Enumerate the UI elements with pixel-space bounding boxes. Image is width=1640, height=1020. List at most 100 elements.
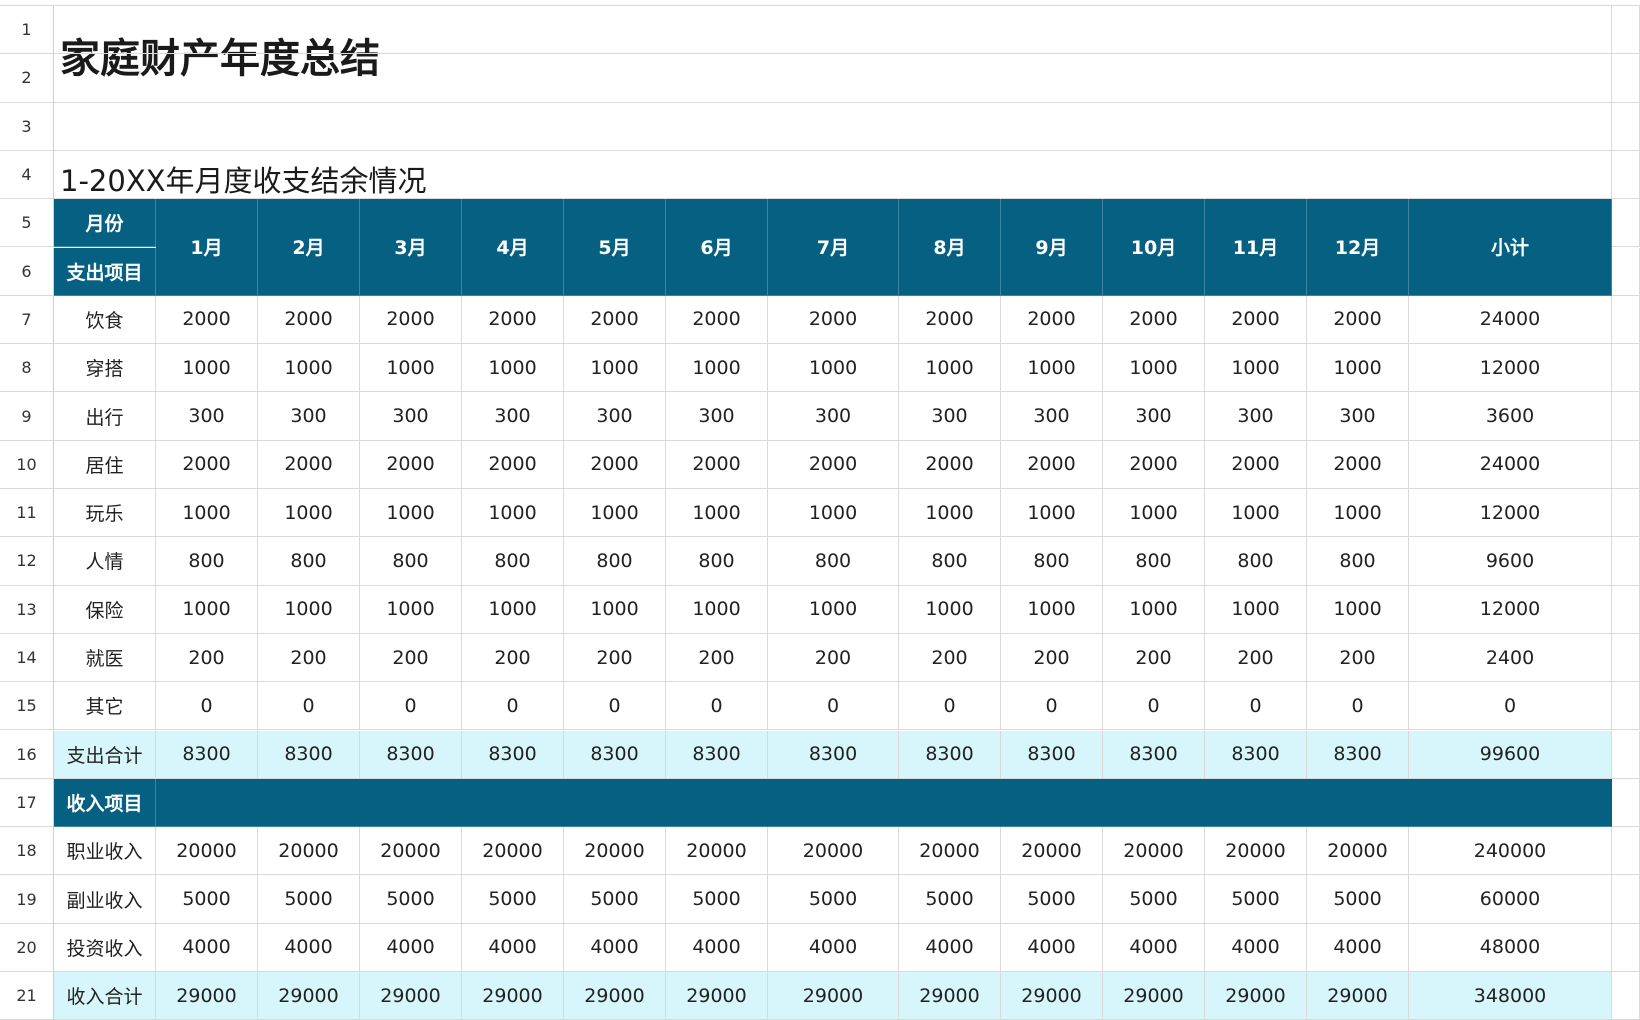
- table-cell[interactable]: 1000: [258, 489, 360, 538]
- table-cell[interactable]: 200: [1103, 633, 1205, 683]
- table-cell[interactable]: 300: [360, 392, 462, 441]
- table-cell[interactable]: 2000: [258, 295, 360, 345]
- row-number-4[interactable]: 4: [0, 150, 54, 200]
- row-label[interactable]: 饮食: [54, 295, 156, 345]
- table-cell[interactable]: 200: [1001, 633, 1103, 683]
- income-header-band[interactable]: [156, 778, 1612, 828]
- table-cell[interactable]: 2000: [1307, 440, 1409, 489]
- blank-row-3[interactable]: [54, 102, 1612, 151]
- header-month-label[interactable]: 月份: [54, 199, 156, 248]
- extra-cell-20[interactable]: [1612, 923, 1640, 972]
- table-cell[interactable]: 200: [666, 633, 768, 683]
- table-cell[interactable]: 1000: [1307, 344, 1409, 393]
- table-cell[interactable]: 29000: [1307, 972, 1409, 1020]
- table-cell[interactable]: 8300: [1205, 730, 1307, 779]
- table-cell[interactable]: 5000: [258, 875, 360, 924]
- table-cell[interactable]: 800: [666, 537, 768, 586]
- table-cell[interactable]: 2000: [360, 295, 462, 345]
- row-label[interactable]: 支出合计: [54, 730, 156, 779]
- table-cell[interactable]: 5000: [564, 875, 666, 924]
- table-cell[interactable]: 200: [462, 633, 564, 683]
- table-cell[interactable]: 200: [1205, 633, 1307, 683]
- table-cell[interactable]: 29000: [156, 972, 258, 1020]
- row-label[interactable]: 其它: [54, 682, 156, 731]
- table-cell[interactable]: 300: [899, 392, 1001, 441]
- table-cell[interactable]: 8300: [360, 730, 462, 779]
- table-cell[interactable]: 2000: [1307, 295, 1409, 345]
- row-number-1[interactable]: 1: [0, 6, 54, 55]
- table-cell[interactable]: 29000: [666, 972, 768, 1020]
- table-cell[interactable]: 300: [564, 392, 666, 441]
- table-cell[interactable]: 4000: [768, 923, 899, 972]
- row-number-14[interactable]: 14: [0, 633, 54, 683]
- table-cell[interactable]: 2000: [258, 440, 360, 489]
- table-cell[interactable]: 8300: [564, 730, 666, 779]
- row-number-2[interactable]: 2: [0, 54, 54, 103]
- row-label[interactable]: 就医: [54, 633, 156, 683]
- table-cell[interactable]: 1000: [258, 585, 360, 634]
- table-cell[interactable]: 20000: [564, 827, 666, 876]
- blank-row-1[interactable]: [54, 6, 1612, 55]
- extra-cell-11[interactable]: [1612, 489, 1640, 538]
- income-header-label[interactable]: 收入项目: [54, 778, 156, 828]
- table-cell[interactable]: 20000: [1205, 827, 1307, 876]
- table-cell[interactable]: 2000: [462, 440, 564, 489]
- table-cell[interactable]: 300: [1103, 392, 1205, 441]
- table-cell[interactable]: 2000: [1205, 440, 1307, 489]
- table-cell[interactable]: 300: [768, 392, 899, 441]
- table-cell[interactable]: 2000: [462, 295, 564, 345]
- row-number-12[interactable]: 12: [0, 537, 54, 586]
- table-cell[interactable]: 29000: [462, 972, 564, 1020]
- table-cell[interactable]: 8300: [1001, 730, 1103, 779]
- table-cell[interactable]: 300: [666, 392, 768, 441]
- table-cell[interactable]: 5000: [768, 875, 899, 924]
- header-month-10[interactable]: 10月: [1103, 199, 1205, 296]
- table-cell[interactable]: 300: [258, 392, 360, 441]
- table-cell[interactable]: 0: [666, 682, 768, 731]
- spreadsheet[interactable]: 家庭财产年度总结 1-20XX年月度收支结余情况 1 2 3 4 5 6 7 8 9 10 11 12…: [0, 0, 1640, 1020]
- table-cell[interactable]: 5000: [156, 875, 258, 924]
- table-cell[interactable]: 29000: [564, 972, 666, 1020]
- table-cell[interactable]: 0: [360, 682, 462, 731]
- row-subtotal[interactable]: 48000: [1409, 923, 1612, 972]
- table-cell[interactable]: 4000: [666, 923, 768, 972]
- table-cell[interactable]: 8300: [258, 730, 360, 779]
- table-cell[interactable]: 200: [899, 633, 1001, 683]
- table-cell[interactable]: 1000: [156, 344, 258, 393]
- table-cell[interactable]: 300: [1205, 392, 1307, 441]
- table-cell[interactable]: 2000: [666, 295, 768, 345]
- table-cell[interactable]: 1000: [899, 585, 1001, 634]
- table-cell[interactable]: 2000: [1103, 295, 1205, 345]
- table-cell[interactable]: 0: [1001, 682, 1103, 731]
- header-month-12[interactable]: 12月: [1307, 199, 1409, 296]
- extra-cell-12[interactable]: [1612, 537, 1640, 586]
- table-cell[interactable]: 2000: [156, 440, 258, 489]
- table-cell[interactable]: 1000: [1205, 585, 1307, 634]
- table-cell[interactable]: 2000: [768, 440, 899, 489]
- row-number-9[interactable]: 9: [0, 392, 54, 441]
- table-cell[interactable]: 1000: [768, 344, 899, 393]
- extra-cell-8[interactable]: [1612, 344, 1640, 393]
- header-month-2[interactable]: 2月: [258, 199, 360, 296]
- header-month-6[interactable]: 6月: [666, 199, 768, 296]
- table-cell[interactable]: 4000: [564, 923, 666, 972]
- extra-cell-5[interactable]: [1612, 199, 1640, 248]
- table-cell[interactable]: 1000: [258, 344, 360, 393]
- table-cell[interactable]: 800: [1001, 537, 1103, 586]
- table-cell[interactable]: 1000: [1001, 344, 1103, 393]
- table-cell[interactable]: 4000: [899, 923, 1001, 972]
- table-cell[interactable]: 29000: [258, 972, 360, 1020]
- row-number-19[interactable]: 19: [0, 875, 54, 924]
- table-cell[interactable]: 1000: [1205, 489, 1307, 538]
- table-cell[interactable]: 2000: [1001, 295, 1103, 345]
- table-cell[interactable]: 0: [899, 682, 1001, 731]
- table-cell[interactable]: 20000: [768, 827, 899, 876]
- table-cell[interactable]: 1000: [666, 489, 768, 538]
- table-cell[interactable]: 2000: [564, 295, 666, 345]
- row-label[interactable]: 副业收入: [54, 875, 156, 924]
- table-cell[interactable]: 300: [156, 392, 258, 441]
- row-subtotal[interactable]: 12000: [1409, 585, 1612, 634]
- table-cell[interactable]: 2000: [768, 295, 899, 345]
- table-cell[interactable]: 20000: [462, 827, 564, 876]
- row-number-6[interactable]: 6: [0, 247, 54, 296]
